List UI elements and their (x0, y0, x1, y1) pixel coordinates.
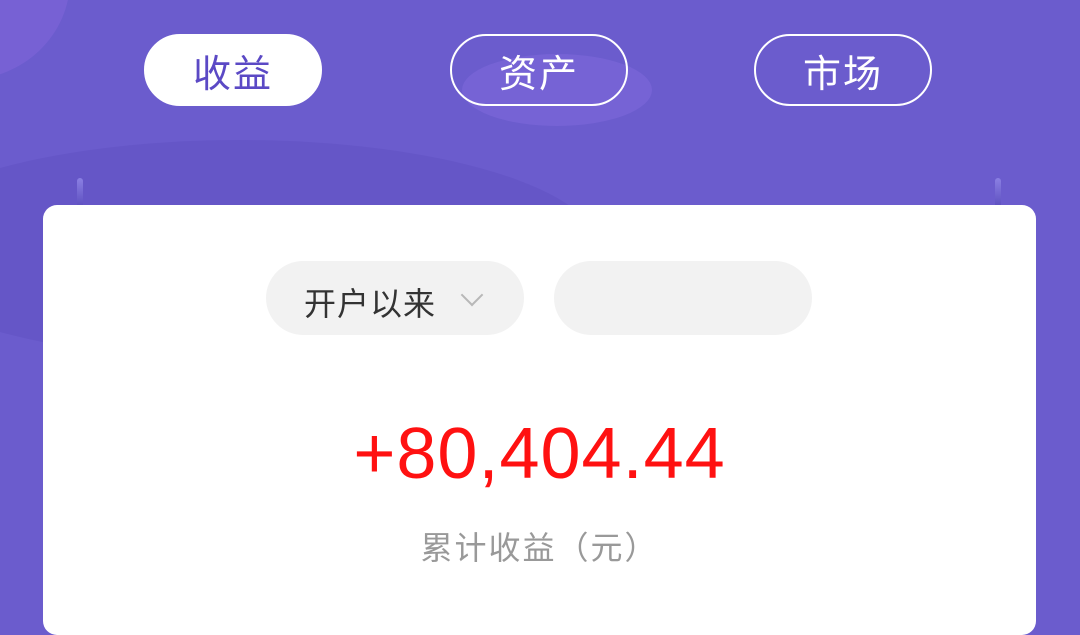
period-dropdown[interactable]: 开户以来 (266, 261, 524, 335)
tab-assets[interactable]: 资产 (450, 34, 628, 106)
tab-market[interactable]: 市场 (754, 34, 932, 106)
secondary-filter[interactable] (554, 261, 812, 335)
cumulative-earnings-amount: +80,404.44 (353, 414, 726, 494)
chevron-down-icon (460, 283, 484, 307)
cumulative-earnings-label: 累计收益（元） (420, 529, 659, 567)
top-tabs: 收益 资产 市场 (0, 34, 1080, 110)
earnings-card: 开户以来 +80,404.44 累计收益（元） (43, 205, 1036, 635)
tab-earnings[interactable]: 收益 (144, 34, 322, 106)
period-dropdown-label: 开户以来 (304, 285, 437, 323)
